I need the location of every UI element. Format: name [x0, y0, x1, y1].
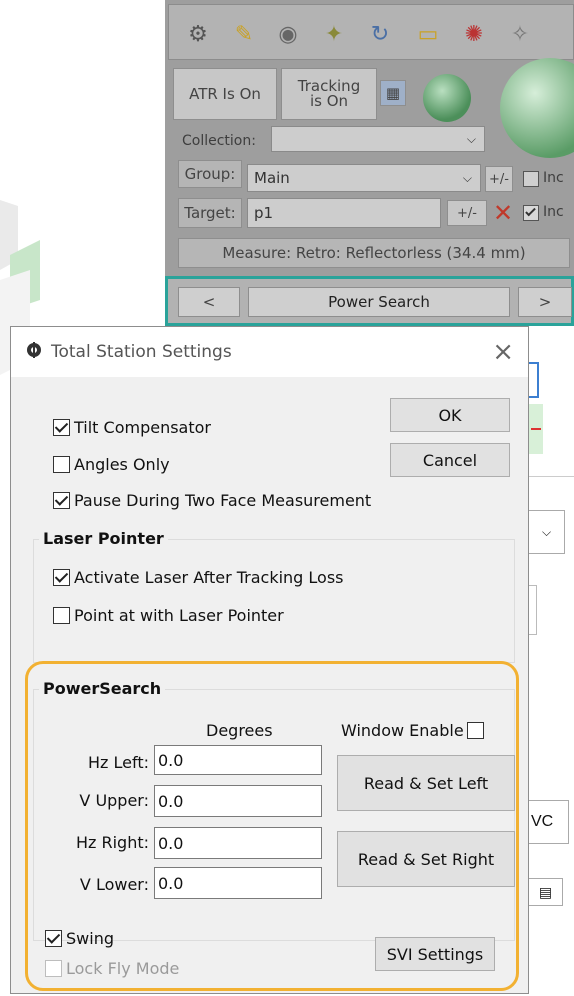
tilt-compensator-checkbox[interactable] — [53, 419, 70, 436]
partial-selection-box — [529, 362, 539, 398]
folder-icon[interactable]: ▭ — [413, 19, 443, 49]
swing-option[interactable]: Swing — [45, 929, 114, 948]
v-lower-label: V Lower: — [79, 875, 149, 894]
laser-pointer-group — [33, 539, 515, 663]
v-upper-label: V Upper: — [79, 791, 149, 810]
partial-box — [529, 585, 537, 635]
delete-icon[interactable]: ✕ — [493, 201, 517, 226]
next-button[interactable]: > — [518, 287, 572, 317]
powersearch-title: PowerSearch — [39, 679, 166, 698]
gear-icon[interactable]: ⚙ — [183, 19, 213, 49]
pause-two-face-label: Pause During Two Face Measurement — [74, 491, 372, 510]
collection-label: Collection: — [182, 133, 256, 149]
lock-fly-mode-checkbox[interactable] — [45, 960, 62, 977]
angles-only-option[interactable]: Angles Only — [53, 455, 170, 474]
collection-dropdown[interactable]: ⌵ — [271, 126, 485, 152]
pause-two-face-checkbox[interactable] — [53, 492, 70, 509]
target-include-checkbox[interactable] — [523, 205, 539, 221]
activate-laser-option[interactable]: Activate Laser After Tracking Loss — [53, 568, 344, 587]
point-at-laser-option[interactable]: Point at with Laser Pointer — [53, 606, 284, 625]
group-include-label: Inc — [543, 170, 564, 186]
group-dropdown[interactable]: Main ⌵ — [247, 164, 481, 192]
read-set-left-button[interactable]: Read & Set Left — [337, 755, 515, 811]
status-indicator-small — [421, 70, 481, 126]
ok-button[interactable]: OK — [390, 398, 510, 432]
power-search-button[interactable]: Power Search — [248, 287, 510, 317]
instrument-icon — [25, 341, 43, 359]
refresh-icon[interactable]: ↻ — [365, 19, 395, 49]
laser-pointer-title: Laser Pointer — [39, 529, 168, 548]
activate-laser-label: Activate Laser After Tracking Loss — [74, 568, 344, 587]
window-enable-checkbox[interactable] — [466, 722, 484, 739]
v-lower-input[interactable]: 0.0 — [154, 867, 322, 899]
close-icon[interactable]: × — [492, 337, 514, 367]
power-search-bar: < Power Search > — [165, 276, 574, 326]
partial-green-field — [529, 404, 543, 454]
atr-button[interactable]: ATR Is On — [173, 68, 277, 120]
tilt-compensator-label: Tilt Compensator — [74, 418, 211, 437]
partial-vc-button[interactable]: VC — [529, 800, 569, 844]
group-include-checkbox[interactable] — [523, 171, 539, 187]
instrument-toolbar: ⚙ ✎ ◉ ✦ ↻ ▭ ✺ ✧ — [168, 4, 574, 60]
target-include-label: Inc — [543, 204, 564, 220]
v-upper-input[interactable]: 0.0 — [154, 785, 322, 817]
window-enable-label: Window Enable — [341, 721, 464, 740]
read-set-right-button[interactable]: Read & Set Right — [337, 831, 515, 887]
satellite-icon[interactable]: ✦ — [319, 19, 349, 49]
point-at-laser-label: Point at with Laser Pointer — [74, 606, 284, 625]
partial-icon-button[interactable]: ▤ — [529, 878, 563, 906]
laser-icon[interactable]: ✺ — [459, 19, 489, 49]
partial-dropdown[interactable]: ⌵ — [529, 510, 565, 554]
activate-laser-checkbox[interactable] — [53, 569, 70, 586]
angles-only-label: Angles Only — [74, 455, 170, 474]
lock-fly-mode-label: Lock Fly Mode — [66, 959, 180, 978]
hz-right-label: Hz Right: — [75, 833, 149, 852]
sparkle-icon[interactable]: ✧ — [505, 19, 535, 49]
cancel-button[interactable]: Cancel — [390, 443, 510, 477]
dialog-titlebar: Total Station Settings × — [11, 327, 528, 377]
target-field[interactable]: p1 — [247, 198, 441, 228]
hz-left-input[interactable]: 0.0 — [154, 745, 322, 775]
prev-button[interactable]: < — [178, 287, 240, 317]
degrees-header: Degrees — [206, 721, 273, 740]
svi-settings-button[interactable]: SVI Settings — [375, 937, 495, 971]
dialog-title: Total Station Settings — [51, 342, 232, 362]
window-enable-option[interactable]: Window Enable — [341, 721, 488, 740]
pause-two-face-option[interactable]: Pause During Two Face Measurement — [53, 491, 371, 510]
swing-label: Swing — [66, 929, 114, 948]
grid-icon: ▤ — [538, 883, 553, 900]
pencil-icon[interactable]: ✎ — [229, 19, 259, 49]
point-at-laser-checkbox[interactable] — [53, 607, 70, 624]
group-plusminus-button[interactable]: +/- — [485, 166, 513, 192]
total-station-settings-dialog: Total Station Settings × Tilt Compensato… — [10, 326, 529, 994]
hz-left-label: Hz Left: — [87, 753, 149, 772]
angles-only-checkbox[interactable] — [53, 456, 70, 473]
tilt-compensator-option[interactable]: Tilt Compensator — [53, 418, 211, 437]
lock-fly-mode-option[interactable]: Lock Fly Mode — [45, 959, 179, 978]
partial-divider — [529, 476, 574, 477]
target-label: Target: — [178, 198, 242, 228]
status-indicator-large — [494, 58, 574, 158]
chevron-down-icon: ⌵ — [541, 524, 552, 539]
chevron-down-icon: ⌵ — [462, 170, 472, 185]
tracking-button[interactable]: Tracking is On — [281, 68, 377, 120]
grid-icon[interactable]: ▦ — [380, 80, 406, 106]
swing-checkbox[interactable] — [45, 930, 62, 947]
target-icon[interactable]: ◉ — [273, 19, 303, 49]
hz-right-input[interactable]: 0.0 — [154, 827, 322, 859]
target-plusminus-button[interactable]: +/- — [447, 200, 487, 226]
group-label: Group: — [178, 160, 242, 188]
measure-mode-button[interactable]: Measure: Retro: Reflectorless (34.4 mm) — [178, 238, 570, 268]
chevron-down-icon: ⌵ — [466, 131, 476, 146]
